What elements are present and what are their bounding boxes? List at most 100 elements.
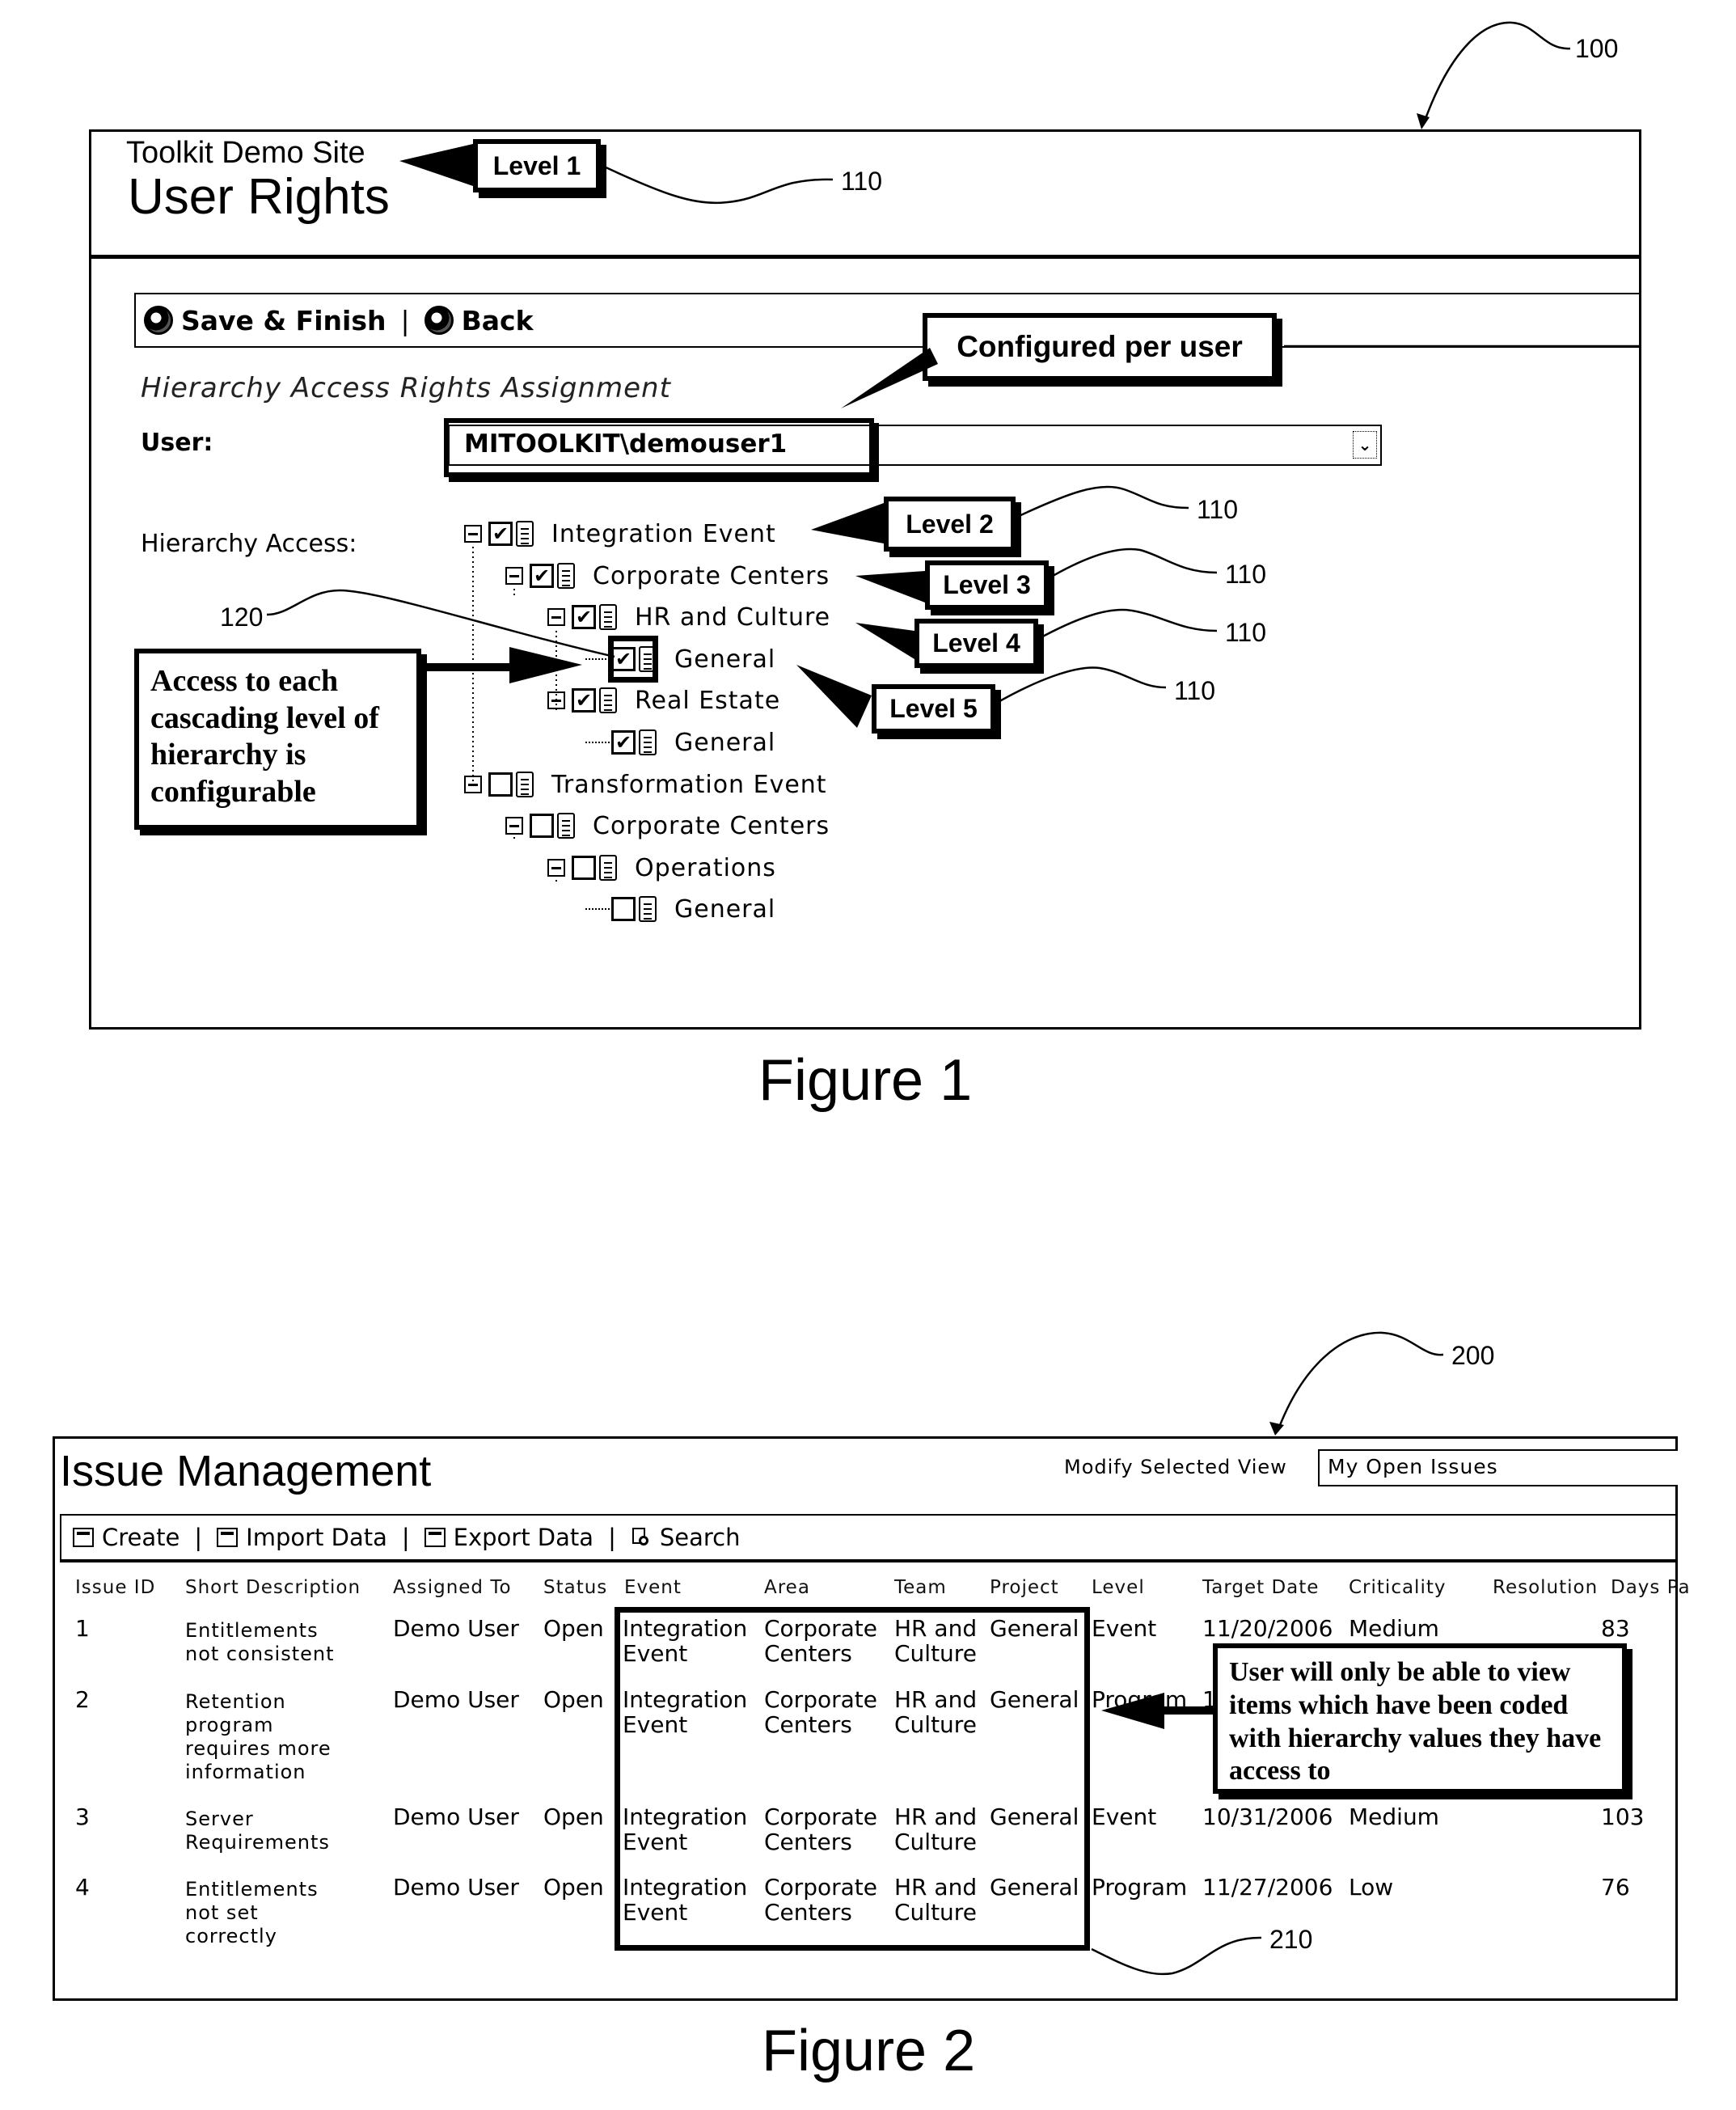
tree-node: Transformation Event (464, 767, 827, 802)
column-header[interactable]: Area (764, 1577, 810, 1598)
column-header[interactable]: Short Description (185, 1577, 361, 1598)
cell-criticality: Low (1349, 1874, 1394, 1901)
user-label: User: (141, 429, 213, 457)
access-checkbox[interactable]: ✔ (572, 605, 596, 629)
collapse-toggle-icon[interactable] (464, 776, 482, 793)
column-header[interactable]: Team (894, 1577, 947, 1598)
checkbox-highlight (608, 636, 658, 683)
notepad-icon (557, 813, 575, 839)
ref-110-level5: 110 (1174, 676, 1216, 705)
create-label: Create (102, 1524, 180, 1551)
cell-days: 76 (1601, 1874, 1630, 1901)
callout-level-1: Level 1 (473, 139, 601, 192)
notepad-icon (599, 604, 617, 630)
column-header[interactable]: Event (624, 1577, 682, 1598)
tree-node-label: Corporate Centers (593, 811, 830, 840)
tree-node: ✔ General (585, 725, 775, 760)
callout-level-5: Level 5 (872, 684, 995, 734)
access-checkbox[interactable]: ✔ (611, 730, 636, 755)
column-header[interactable]: Issue ID (75, 1577, 155, 1598)
column-header[interactable]: Resolution (1493, 1577, 1598, 1598)
import-icon (217, 1528, 239, 1547)
cell-status: Open (543, 1874, 604, 1901)
ref-110-level3: 110 (1225, 560, 1267, 589)
toolbar-separator: | (401, 1524, 410, 1551)
chevron-down-icon[interactable]: ⌄ (1353, 431, 1377, 459)
cell-description: Server Requirements (185, 1808, 330, 1854)
collapse-toggle-icon[interactable] (505, 817, 523, 835)
callout-configured-per-user: Configured per user (923, 313, 1277, 381)
import-data-label: Import Data (246, 1524, 387, 1551)
cell-criticality: Medium (1349, 1615, 1439, 1642)
tree-node: ✔ HR and Culture (547, 599, 830, 635)
column-header[interactable]: Level (1092, 1577, 1145, 1598)
cell-id: 1 (75, 1615, 90, 1642)
tree-node: ✔ Corporate Centers (505, 558, 830, 594)
ref-110-level1: 110 (841, 167, 883, 196)
cell-id: 3 (75, 1803, 90, 1830)
export-icon (424, 1528, 446, 1547)
user-rights-toolbar: Save & Finish | Back (134, 293, 1639, 348)
cell-description: Entitlements not set correctly (185, 1878, 319, 1947)
collapse-toggle-icon[interactable] (464, 525, 482, 543)
cell-assigned-to: Demo User (393, 1686, 519, 1713)
header-divider (91, 255, 1639, 259)
collapse-toggle-icon[interactable] (547, 859, 565, 877)
collapse-toggle-icon[interactable] (505, 567, 523, 585)
toolbar-separator: | (400, 304, 410, 336)
column-header[interactable]: Project (990, 1577, 1059, 1598)
tree-node-label: Corporate Centers (593, 561, 830, 590)
tree-node-label: HR and Culture (635, 603, 831, 632)
search-button[interactable]: Search (631, 1524, 740, 1551)
column-header[interactable]: Days Pa (1611, 1577, 1691, 1598)
save-finish-button[interactable]: Save & Finish (144, 305, 386, 336)
cell-level: Program (1092, 1686, 1188, 1713)
column-header[interactable]: Assigned To (393, 1577, 512, 1598)
access-checkbox[interactable]: ✔ (488, 522, 513, 546)
tree-node-label: Real Estate (635, 686, 781, 715)
figure-1-caption: Figure 1 (758, 1048, 973, 1113)
cell-level: Program (1092, 1874, 1188, 1901)
tree-node-label: General (674, 728, 776, 757)
hierarchy-access-label: Hierarchy Access: (141, 530, 357, 558)
collapse-toggle-icon[interactable] (547, 608, 565, 626)
site-name: Toolkit Demo Site (126, 136, 365, 170)
import-data-button[interactable]: Import Data (217, 1524, 387, 1551)
column-header[interactable]: Status (543, 1577, 607, 1598)
cell-assigned-to: Demo User (393, 1874, 519, 1901)
access-checkbox[interactable]: ✔ (572, 688, 596, 712)
toolbar-separator: | (194, 1524, 203, 1551)
cell-days: 103 (1601, 1803, 1645, 1830)
column-header[interactable]: Target Date (1202, 1577, 1319, 1598)
access-checkbox[interactable] (572, 856, 596, 880)
access-checkbox[interactable] (488, 772, 513, 797)
cell-criticality: Medium (1349, 1803, 1439, 1830)
access-checkbox[interactable]: ✔ (530, 564, 554, 588)
export-data-button[interactable]: Export Data (424, 1524, 593, 1551)
ref-120: 120 (220, 603, 264, 632)
collapse-toggle-icon[interactable] (547, 691, 565, 709)
cell-id: 2 (75, 1686, 90, 1713)
column-header[interactable]: Criticality (1349, 1577, 1446, 1598)
notepad-icon (599, 687, 617, 713)
search-icon (631, 1526, 652, 1549)
callout-level-2: Level 2 (884, 497, 1016, 552)
create-button[interactable]: Create (73, 1524, 180, 1551)
issue-management-title: Issue Management (60, 1447, 432, 1495)
figure-2-caption: Figure 2 (762, 2019, 976, 2083)
access-checkbox[interactable] (530, 814, 554, 838)
callout-access-configurable: Access to each cascading level of hierar… (134, 649, 421, 830)
create-icon (73, 1528, 94, 1547)
cell-level: Event (1092, 1803, 1157, 1830)
modify-view-label: Modify Selected View (1064, 1456, 1287, 1478)
tree-node: General (585, 891, 775, 927)
tree-node: Corporate Centers (505, 808, 830, 844)
tree-connector (585, 742, 610, 743)
notepad-icon (557, 563, 575, 589)
back-button[interactable]: Back (424, 305, 534, 336)
access-checkbox[interactable] (611, 897, 636, 921)
cell-assigned-to: Demo User (393, 1615, 519, 1642)
cell-status: Open (543, 1686, 604, 1713)
export-data-label: Export Data (453, 1524, 594, 1551)
ref-110-level2: 110 (1197, 495, 1239, 524)
